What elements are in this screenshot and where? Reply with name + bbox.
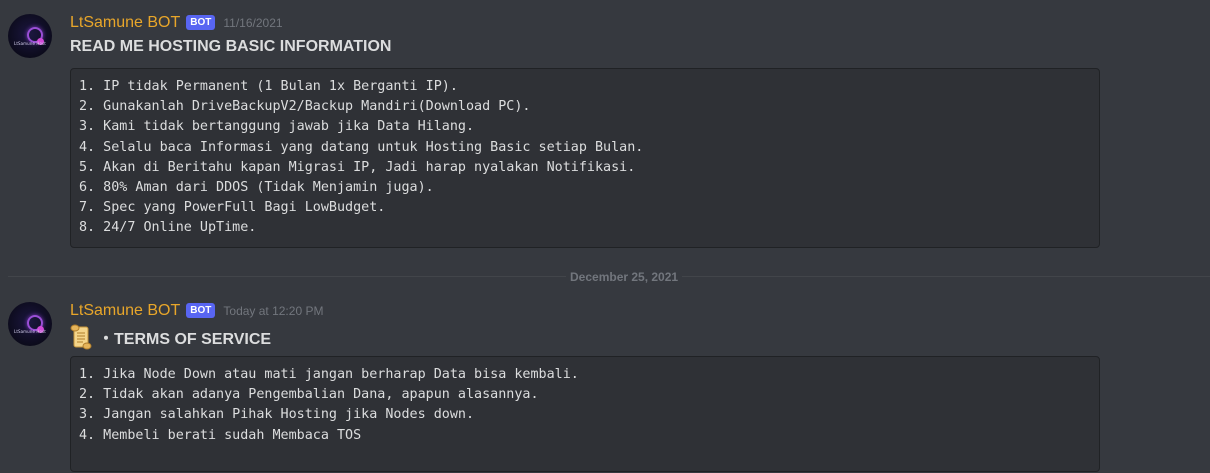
code-line: 3. Kami tidak bertanggung jawab jika Dat…: [79, 119, 475, 135]
code-line: 4. Membeli berati sudah Membaca TOS: [79, 427, 362, 443]
code-line: 6. 80% Aman dari DDOS (Tidak Menjamin ju…: [79, 180, 434, 196]
message-header: LtSamune BOT BOT Today at 12:20 PM: [70, 300, 323, 322]
code-line: 2. Tidak akan adanya Pengembalian Dana, …: [79, 387, 539, 403]
author-name[interactable]: LtSamune BOT: [70, 14, 180, 32]
message-title-text: ・TERMS OF SERVICE: [98, 331, 272, 348]
code-line: 1. IP tidak Permanent (1 Bulan 1x Bergan…: [79, 79, 458, 94]
message-title: READ ME HOSTING BASIC INFORMATION: [70, 38, 392, 55]
avatar[interactable]: LtSamune Host: [8, 14, 52, 58]
author-name[interactable]: LtSamune BOT: [70, 302, 180, 320]
chat-messages: LtSamune Host LtSamune BOT BOT 11/16/202…: [0, 0, 1210, 473]
code-line: 8. 24/7 Online UpTime.: [79, 220, 257, 236]
avatar-logo-text: LtSamune Host: [14, 41, 46, 46]
message-header: LtSamune BOT BOT 11/16/2021: [70, 12, 283, 34]
bot-badge: BOT: [186, 302, 216, 318]
bot-badge: BOT: [186, 14, 216, 30]
code-line: 5. Akan di Beritahu kapan Migrasi IP, Ja…: [79, 159, 636, 175]
message-timestamp[interactable]: Today at 12:20 PM: [223, 304, 323, 318]
code-line: 4. Selalu baca Informasi yang datang unt…: [79, 139, 644, 155]
code-line: 2. Gunakanlah DriveBackupV2/Backup Mandi…: [79, 99, 531, 115]
code-line: 3. Jangan salahkan Pihak Hosting jika No…: [79, 407, 475, 423]
avatar[interactable]: LtSamune Host: [8, 302, 52, 346]
code-block: 1. IP tidak Permanent (1 Bulan 1x Bergan…: [70, 68, 1100, 248]
scroll-icon: [70, 324, 92, 350]
code-block: 1. Jika Node Down atau mati jangan berha…: [70, 356, 1100, 472]
code-line: 1. Jika Node Down atau mati jangan berha…: [79, 367, 579, 382]
message-timestamp[interactable]: 11/16/2021: [223, 16, 282, 30]
avatar-logo-text: LtSamune Host: [14, 329, 46, 334]
message-title: ・TERMS OF SERVICE: [70, 324, 271, 350]
code-line: 7. Spec yang PowerFull Bagi LowBudget.: [79, 200, 386, 216]
date-divider-label: December 25, 2021: [566, 269, 683, 285]
